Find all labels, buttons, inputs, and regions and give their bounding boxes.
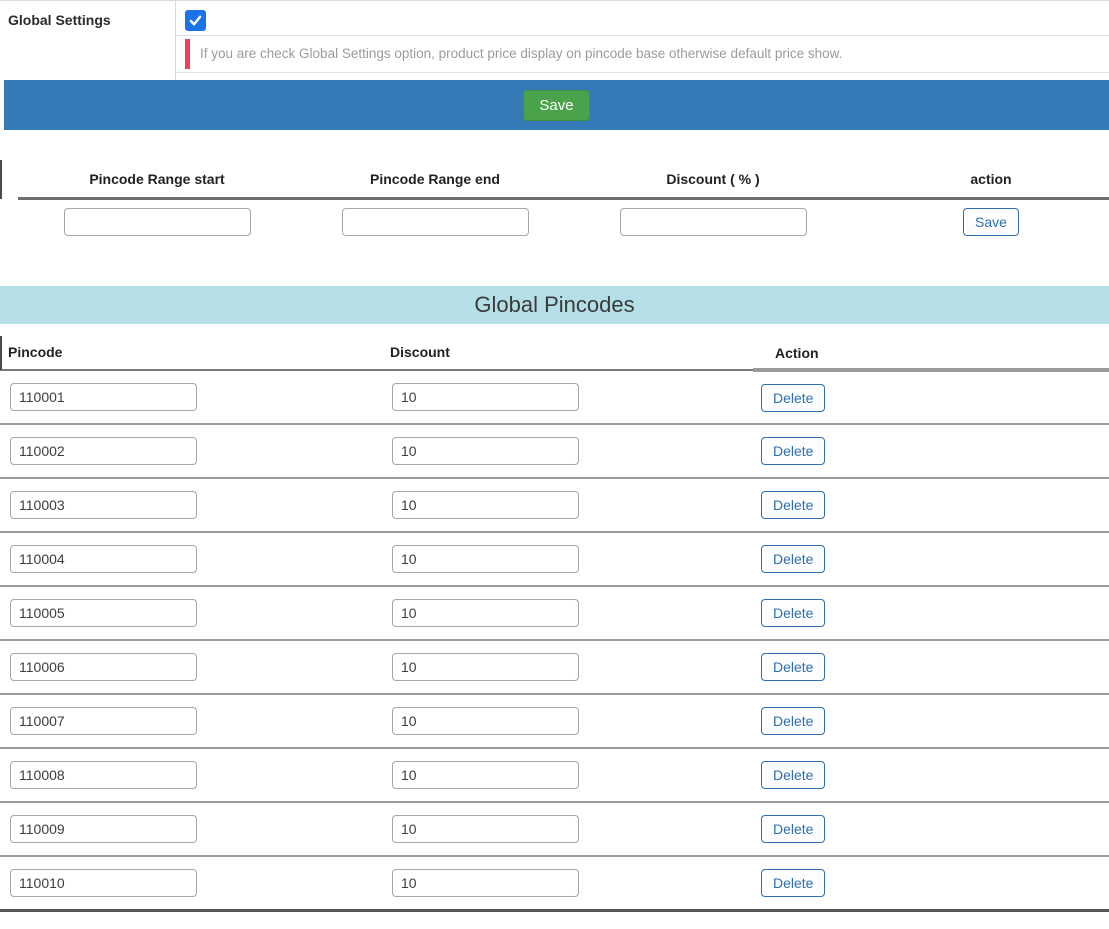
global-settings-note-row: If you are check Global Settings option,…	[176, 36, 1109, 73]
save-button[interactable]: Save	[523, 90, 589, 121]
pincode-table-header-row: Pincode Discount Action	[0, 324, 1109, 370]
discount-column-header: Discount	[382, 324, 753, 370]
range-start-header: Pincode Range start	[18, 160, 296, 199]
discount-input[interactable]	[392, 599, 579, 627]
pincode-input[interactable]	[10, 383, 197, 411]
discount-input[interactable]	[392, 653, 579, 681]
delete-button[interactable]: Delete	[761, 707, 825, 735]
global-settings-label: Global Settings	[0, 1, 176, 80]
delete-button[interactable]: Delete	[761, 653, 825, 681]
discount-input[interactable]	[392, 815, 579, 843]
discount-input[interactable]	[392, 383, 579, 411]
table-row: Delete	[0, 748, 1109, 802]
checkmark-icon	[189, 14, 202, 27]
range-end-header: Pincode Range end	[296, 160, 574, 199]
delete-button[interactable]: Delete	[761, 437, 825, 465]
range-save-button[interactable]: Save	[963, 208, 1019, 236]
delete-button[interactable]: Delete	[761, 491, 825, 519]
pincode-input[interactable]	[10, 437, 197, 465]
pincode-range-form: Pincode Range start Pincode Range end Di…	[0, 160, 1109, 250]
delete-button[interactable]: Delete	[761, 869, 825, 897]
discount-input[interactable]	[392, 437, 579, 465]
delete-button[interactable]: Delete	[761, 599, 825, 627]
delete-button[interactable]: Delete	[761, 545, 825, 573]
pincode-input[interactable]	[10, 545, 197, 573]
table-row: Delete	[0, 694, 1109, 748]
table-row: Delete	[0, 586, 1109, 640]
global-settings-note: If you are check Global Settings option,…	[185, 39, 1109, 69]
table-row: Delete	[0, 532, 1109, 586]
delete-button[interactable]: Delete	[761, 761, 825, 789]
discount-input[interactable]	[392, 707, 579, 735]
pincode-input[interactable]	[10, 815, 197, 843]
delete-button[interactable]: Delete	[761, 815, 825, 843]
range-form-header-row: Pincode Range start Pincode Range end Di…	[18, 160, 1109, 199]
pincode-input[interactable]	[10, 761, 197, 789]
discount-input[interactable]	[392, 545, 579, 573]
pincode-column-header: Pincode	[0, 324, 382, 370]
discount-input[interactable]	[392, 869, 579, 897]
save-toolbar: Save	[4, 80, 1109, 130]
table-row: Delete	[0, 802, 1109, 856]
discount-input[interactable]	[392, 761, 579, 789]
global-settings-content: If you are check Global Settings option,…	[176, 1, 1109, 80]
pincode-table-body: Delete Delete Delete Delete Delete Delet…	[0, 370, 1109, 910]
table-row: Delete	[0, 424, 1109, 478]
pincode-input[interactable]	[10, 707, 197, 735]
range-form-input-row: Save	[18, 199, 1109, 251]
pincode-input[interactable]	[10, 869, 197, 897]
page: Global Settings If you are check Global …	[0, 0, 1109, 929]
global-pincodes-title: Global Pincodes	[0, 286, 1109, 324]
discount-input[interactable]	[392, 491, 579, 519]
global-settings-checkbox-row	[176, 1, 1109, 36]
pincode-input[interactable]	[10, 599, 197, 627]
pincode-input[interactable]	[10, 653, 197, 681]
global-pincodes-section: Global Pincodes Pincode Discount Action …	[0, 286, 1109, 912]
pincode-input[interactable]	[10, 491, 197, 519]
discount-header: Discount ( % )	[574, 160, 852, 199]
table-row: Delete	[0, 370, 1109, 424]
range-discount-input[interactable]	[620, 208, 807, 236]
global-settings-section: Global Settings If you are check Global …	[0, 1, 1109, 80]
pincode-range-start-input[interactable]	[64, 208, 251, 236]
table-row: Delete	[0, 640, 1109, 694]
action-column-header: Action	[753, 324, 1109, 370]
table-row: Delete	[0, 856, 1109, 910]
delete-button[interactable]: Delete	[761, 384, 825, 412]
table-row: Delete	[0, 478, 1109, 532]
form-table-left-border	[0, 160, 2, 199]
global-settings-checkbox[interactable]	[185, 10, 206, 31]
pincode-range-end-input[interactable]	[342, 208, 529, 236]
pincode-table-left-border	[0, 336, 2, 370]
action-header: action	[852, 160, 1109, 199]
